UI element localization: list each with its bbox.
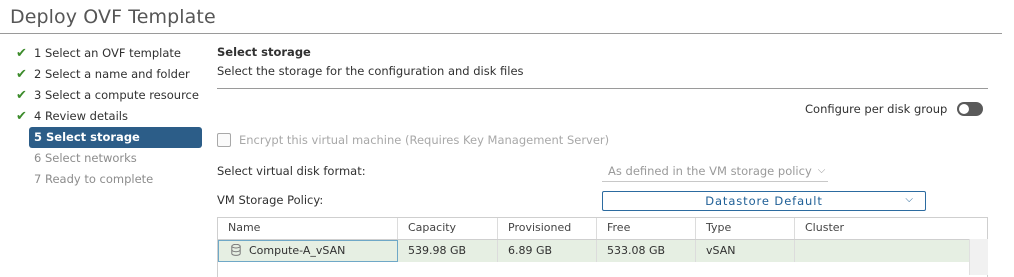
disk-format-select[interactable]: As defined in the VM storage policy ⌵ — [602, 160, 828, 182]
step-label: 3 Select a compute resource — [34, 88, 199, 102]
table-scrollbar[interactable] — [969, 239, 988, 275]
step-label: 2 Select a name and folder — [34, 67, 190, 81]
cell-name: Compute-A_vSAN — [218, 240, 398, 262]
cell-free: 533.08 GB — [597, 240, 696, 262]
column-header-cluster[interactable]: Cluster — [795, 218, 965, 239]
datastore-icon — [231, 244, 241, 256]
step-label: 1 Select an OVF template — [34, 46, 181, 60]
column-header-provisioned[interactable]: Provisioned — [498, 218, 597, 239]
title-divider — [0, 33, 1002, 34]
check-icon: ✔ — [16, 88, 27, 103]
step-label: 6 Select networks — [34, 151, 137, 165]
step-review-details[interactable]: ✔ 4 Review details — [14, 106, 202, 127]
step-label: 7 Ready to complete — [34, 172, 154, 186]
column-header-capacity[interactable]: Capacity — [398, 218, 498, 239]
per-disk-group-toggle[interactable] — [957, 102, 984, 116]
check-icon: ✔ — [16, 67, 27, 82]
wizard-steps: ✔ 1 Select an OVF template ✔ 2 Select a … — [14, 43, 202, 190]
encrypt-vm-label: Encrypt this virtual machine (Requires K… — [239, 133, 610, 147]
encrypt-vm-option: Encrypt this virtual machine (Requires K… — [217, 133, 609, 147]
step-select-networks: 6 Select networks — [14, 148, 202, 169]
section-divider — [217, 88, 988, 89]
storage-policy-select[interactable]: Datastore Default ⌵ — [602, 191, 926, 211]
encrypt-vm-checkbox[interactable] — [217, 133, 231, 147]
per-disk-group-toggle-row: Configure per disk group — [805, 102, 984, 116]
section-title: Select storage — [217, 45, 311, 59]
disk-format-label: Select virtual disk format: — [217, 164, 366, 178]
datastore-table: Name Capacity Provisioned Free Type Clus… — [217, 217, 988, 277]
table-header: Name Capacity Provisioned Free Type Clus… — [218, 218, 987, 240]
storage-policy-value: Datastore Default — [705, 194, 823, 208]
section-description: Select the storage for the configuration… — [217, 64, 524, 78]
toggle-knob — [959, 104, 970, 114]
check-icon: ✔ — [16, 46, 27, 61]
storage-policy-label: VM Storage Policy: — [217, 193, 324, 207]
datastore-name: Compute-A_vSAN — [249, 244, 346, 257]
cell-provisioned: 6.89 GB — [498, 240, 597, 262]
column-header-name[interactable]: Name — [218, 218, 398, 239]
step-select-compute-resource[interactable]: ✔ 3 Select a compute resource — [14, 85, 202, 106]
cell-capacity: 539.98 GB — [398, 240, 498, 262]
disk-format-value: As defined in the VM storage policy — [608, 163, 812, 178]
select-storage-panel: Select storage Select the storage for th… — [217, 45, 988, 78]
chevron-down-icon: ⌵ — [905, 194, 913, 205]
check-icon: ✔ — [16, 109, 27, 124]
table-row[interactable]: Compute-A_vSAN 539.98 GB 6.89 GB 533.08 … — [218, 240, 987, 262]
step-label: 4 Review details — [34, 109, 128, 123]
step-select-name-folder[interactable]: ✔ 2 Select a name and folder — [14, 64, 202, 85]
step-ready-to-complete: 7 Ready to complete — [14, 169, 202, 190]
cell-cluster — [795, 240, 965, 262]
column-header-type[interactable]: Type — [696, 218, 795, 239]
cell-type: vSAN — [696, 240, 795, 262]
step-select-ovf-template[interactable]: ✔ 1 Select an OVF template — [14, 43, 202, 64]
step-label: 5 Select storage — [34, 130, 140, 144]
dialog-title: Deploy OVF Template — [10, 6, 216, 28]
chevron-down-icon: ⌵ — [817, 165, 826, 176]
per-disk-group-label: Configure per disk group — [805, 102, 948, 116]
column-header-free[interactable]: Free — [597, 218, 696, 239]
step-select-storage[interactable]: 5 Select storage — [29, 127, 202, 148]
